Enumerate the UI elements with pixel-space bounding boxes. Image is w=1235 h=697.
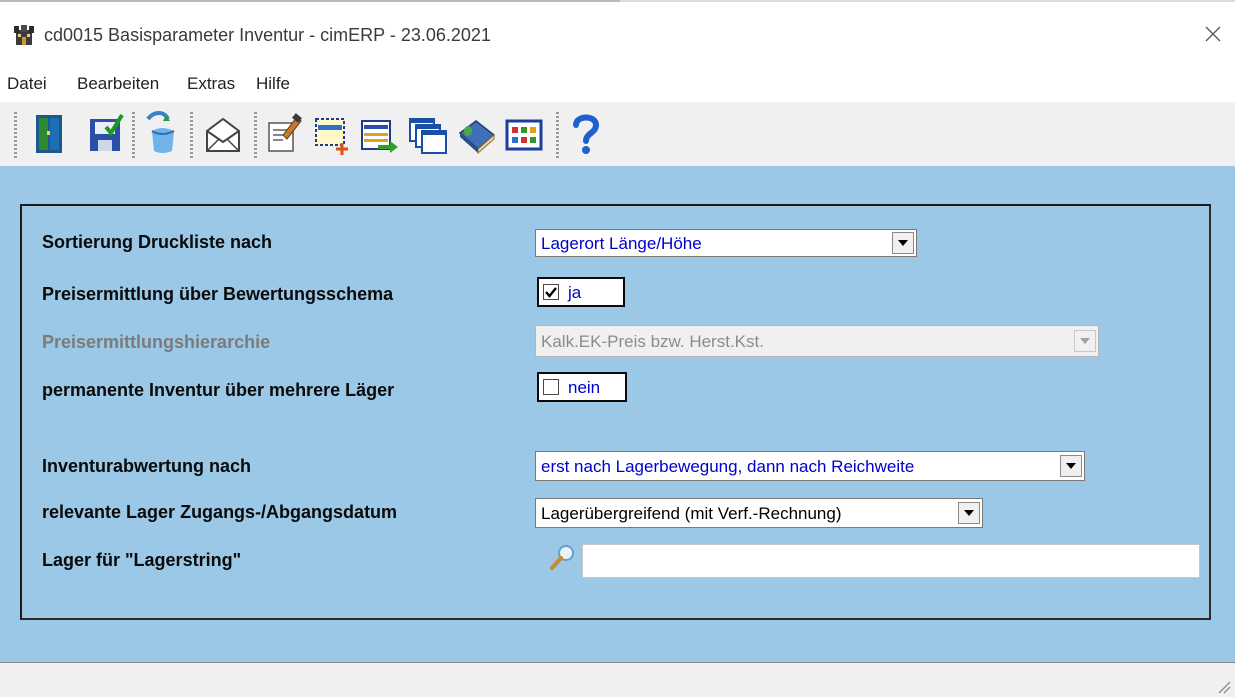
permanente-checkbox[interactable]: nein	[537, 372, 627, 402]
chevron-down-icon	[898, 240, 908, 246]
castle-app-icon[interactable]	[13, 24, 35, 46]
label-preisermittlung: Preisermittlung über Bewertungsschema	[42, 284, 394, 304]
sortierung-value: Lagerort Länge/Höhe	[541, 234, 702, 253]
checkbox-box[interactable]	[543, 379, 559, 395]
save-disk-icon	[90, 113, 124, 151]
transfer-list-icon	[361, 120, 398, 153]
menu-hilfe[interactable]: Hilfe	[256, 74, 290, 94]
hierarchie-value: Kalk.EK-Preis bzw. Herst.Kst.	[541, 332, 764, 351]
label-preisermittlungshierarchie: Preisermittlungshierarchie	[42, 332, 271, 352]
preisermittlung-checkbox[interactable]: ja	[537, 277, 625, 307]
new-record-button[interactable]	[312, 109, 352, 157]
edit-button[interactable]	[265, 109, 305, 157]
help-button[interactable]	[566, 109, 606, 157]
toolbar-grip[interactable]	[14, 112, 17, 158]
lagerstring-input[interactable]	[582, 544, 1200, 578]
edit-document-icon	[268, 113, 302, 152]
checkbox-box[interactable]	[543, 284, 559, 300]
refresh-recycle-icon	[146, 111, 175, 153]
checkbox-text: nein	[568, 378, 601, 397]
help-question-icon	[573, 114, 600, 154]
windows-button[interactable]	[408, 109, 448, 157]
label-lagerstring: Lager für "Lagerstring"	[42, 550, 242, 570]
windows-stack-icon	[409, 118, 447, 154]
dropdown-arrow-button[interactable]	[892, 232, 914, 254]
menu-extras[interactable]: Extras	[187, 74, 235, 94]
book-icon	[458, 120, 496, 155]
save-button[interactable]	[86, 109, 126, 157]
menu-bearbeiten[interactable]: Bearbeiten	[77, 74, 159, 94]
sortierung-dropdown[interactable]: Lagerort Länge/Höhe	[535, 229, 917, 257]
toolbar-separator	[254, 112, 257, 158]
window-title: cd0015 Basisparameter Inventur - cimERP …	[44, 25, 491, 45]
label-sortierung: Sortierung Druckliste nach	[42, 232, 273, 252]
chevron-down-icon	[964, 510, 974, 516]
grid-table-icon	[505, 119, 543, 151]
form-client-area: Sortierung Druckliste nach Lagerort Läng…	[0, 166, 1235, 662]
exit-button[interactable]	[30, 109, 70, 157]
dropdown-arrow-button[interactable]	[1074, 330, 1096, 352]
window-top-accent	[0, 0, 620, 2]
refresh-button[interactable]	[142, 109, 182, 157]
mail-button[interactable]	[203, 109, 243, 157]
resize-grip-icon[interactable]	[1213, 676, 1231, 694]
checkmark-icon	[545, 287, 557, 298]
book-button[interactable]	[456, 109, 496, 157]
transfer-button[interactable]	[360, 109, 400, 157]
toolbar-separator	[190, 112, 193, 158]
checkbox-text: ja	[568, 283, 582, 302]
close-icon	[1205, 26, 1221, 42]
hierarchie-dropdown[interactable]: Kalk.EK-Preis bzw. Herst.Kst.	[535, 325, 1099, 357]
chevron-down-icon	[1066, 463, 1076, 469]
envelope-mail-icon	[206, 117, 240, 152]
new-record-icon	[315, 118, 348, 155]
toolbar	[0, 102, 1235, 166]
exit-door-icon	[36, 115, 62, 153]
chevron-down-icon	[1080, 338, 1090, 344]
abwertung-value: erst nach Lagerbewegung, dann nach Reich…	[541, 457, 915, 476]
menu-datei[interactable]: Datei	[7, 74, 47, 94]
label-permanente-inventur: permanente Inventur über mehrere Läger	[42, 380, 395, 400]
close-button[interactable]	[1191, 14, 1235, 54]
title-bar: cd0015 Basisparameter Inventur - cimERP …	[0, 10, 1235, 62]
dropdown-arrow-button[interactable]	[1060, 455, 1082, 477]
datum-dropdown[interactable]: Lagerübergreifend (mit Verf.-Rechnung)	[535, 498, 983, 528]
search-icon[interactable]	[548, 542, 578, 572]
status-bar	[0, 662, 1235, 697]
dropdown-arrow-button[interactable]	[958, 502, 980, 524]
toolbar-separator	[132, 112, 135, 158]
grid-button[interactable]	[505, 109, 545, 157]
datum-value: Lagerübergreifend (mit Verf.-Rechnung)	[541, 504, 842, 523]
label-zugangsdatum: relevante Lager Zugangs-/Abgangsdatum	[42, 502, 398, 522]
toolbar-separator	[556, 112, 559, 158]
abwertung-dropdown[interactable]: erst nach Lagerbewegung, dann nach Reich…	[535, 451, 1085, 481]
label-inventurabwertung: Inventurabwertung nach	[42, 456, 252, 476]
